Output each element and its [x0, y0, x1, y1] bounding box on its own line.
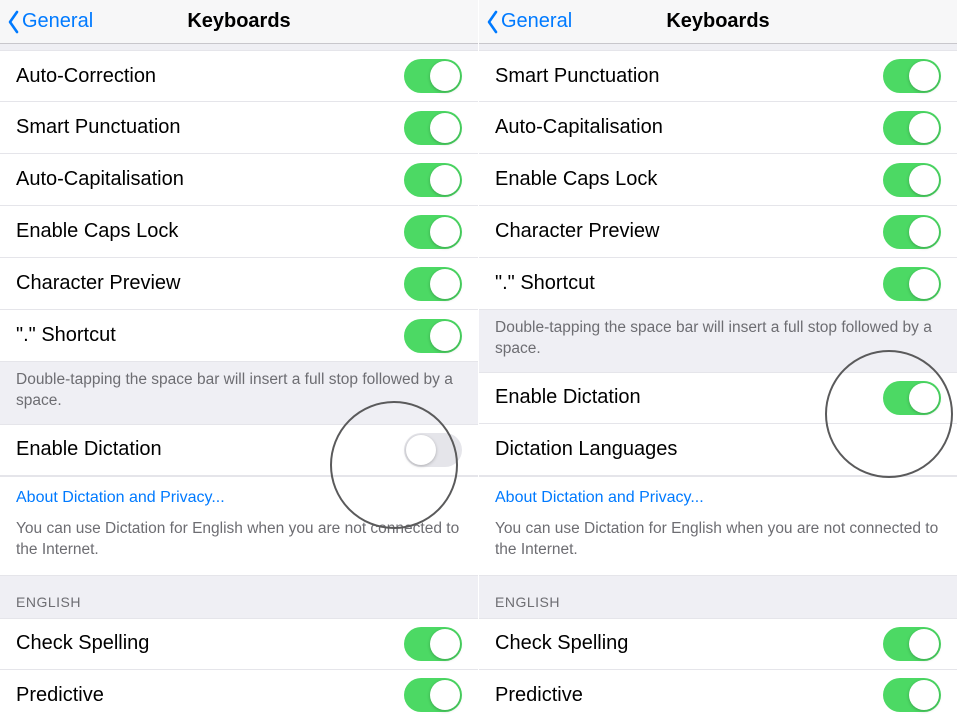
- setting-toggle[interactable]: [404, 678, 462, 712]
- settings-group-1: Smart Punctuation Auto-Capitalisation Enab…: [479, 50, 957, 310]
- dictation-languages-row[interactable]: Dictation Languages: [479, 424, 957, 476]
- enable-dictation-row[interactable]: Enable Dictation: [479, 372, 957, 424]
- setting-label: Predictive: [495, 684, 883, 707]
- english-section-header: ENGLISH: [479, 576, 957, 618]
- setting-label: Smart Punctuation: [16, 116, 404, 139]
- back-button[interactable]: General: [0, 10, 93, 34]
- dictation-info: You can use Dictation for English when y…: [479, 513, 957, 576]
- setting-row[interactable]: Auto-Capitalisation: [479, 102, 957, 154]
- setting-toggle[interactable]: [404, 627, 462, 661]
- setting-label: Enable Caps Lock: [495, 168, 883, 191]
- right-phone: General Keyboards Smart Punctuation Auto-…: [479, 0, 958, 714]
- setting-row[interactable]: Check Spelling: [479, 618, 957, 670]
- setting-row[interactable]: Smart Punctuation: [0, 102, 478, 154]
- setting-row[interactable]: Character Preview: [479, 206, 957, 258]
- setting-row[interactable]: Check Spelling: [0, 618, 478, 670]
- back-label: General: [22, 10, 93, 33]
- enable-dictation-row[interactable]: Enable Dictation: [0, 424, 478, 476]
- setting-toggle[interactable]: [404, 267, 462, 301]
- setting-label: Check Spelling: [495, 632, 883, 655]
- setting-row[interactable]: Character Preview: [0, 258, 478, 310]
- shortcut-footer: Double-tapping the space bar will insert…: [0, 362, 478, 424]
- setting-label: Auto-Capitalisation: [495, 116, 883, 139]
- setting-label: "." Shortcut: [16, 324, 404, 347]
- back-label: General: [501, 10, 572, 33]
- setting-toggle[interactable]: [404, 111, 462, 145]
- setting-label: Character Preview: [16, 272, 404, 295]
- setting-row[interactable]: Enable Caps Lock: [0, 206, 478, 258]
- setting-row[interactable]: Enable Caps Lock: [479, 154, 957, 206]
- setting-toggle[interactable]: [883, 59, 941, 93]
- setting-label: "." Shortcut: [495, 272, 883, 295]
- about-dictation-link[interactable]: About Dictation and Privacy...: [495, 489, 704, 506]
- dictation-info: You can use Dictation for English when y…: [0, 513, 478, 576]
- setting-toggle[interactable]: [404, 319, 462, 353]
- left-phone: General Keyboards Auto-Correction Smart P…: [0, 0, 479, 714]
- enable-dictation-toggle[interactable]: [404, 433, 462, 467]
- setting-toggle[interactable]: [404, 59, 462, 93]
- setting-toggle[interactable]: [883, 267, 941, 301]
- setting-label: Smart Punctuation: [495, 65, 883, 88]
- navbar: General Keyboards: [479, 0, 957, 44]
- setting-row[interactable]: "." Shortcut: [479, 258, 957, 310]
- enable-dictation-toggle[interactable]: [883, 381, 941, 415]
- navbar: General Keyboards: [0, 0, 478, 44]
- about-dictation-link[interactable]: About Dictation and Privacy...: [16, 489, 225, 506]
- setting-toggle[interactable]: [883, 627, 941, 661]
- setting-label: Check Spelling: [16, 632, 404, 655]
- setting-label: Auto-Correction: [16, 65, 404, 88]
- setting-label: Enable Caps Lock: [16, 220, 404, 243]
- about-dictation-row[interactable]: About Dictation and Privacy...: [0, 476, 478, 513]
- setting-row[interactable]: "." Shortcut: [0, 310, 478, 362]
- settings-group-2: Check Spelling Predictive: [0, 618, 478, 714]
- settings-group-2: Check Spelling Predictive: [479, 618, 957, 714]
- enable-dictation-label: Enable Dictation: [495, 386, 883, 409]
- back-button[interactable]: General: [479, 10, 572, 34]
- setting-row[interactable]: Predictive: [0, 670, 478, 714]
- setting-row[interactable]: Auto-Correction: [0, 50, 478, 102]
- settings-group-1: Auto-Correction Smart Punctuation Auto-Cap…: [0, 50, 478, 362]
- setting-toggle[interactable]: [883, 678, 941, 712]
- chevron-left-icon: [485, 10, 499, 34]
- enable-dictation-label: Enable Dictation: [16, 438, 404, 461]
- setting-toggle[interactable]: [883, 163, 941, 197]
- setting-label: Auto-Capitalisation: [16, 168, 404, 191]
- english-section-header: ENGLISH: [0, 576, 478, 618]
- setting-toggle[interactable]: [883, 215, 941, 249]
- setting-row[interactable]: Smart Punctuation: [479, 50, 957, 102]
- setting-toggle[interactable]: [883, 111, 941, 145]
- setting-row[interactable]: Predictive: [479, 670, 957, 714]
- shortcut-footer: Double-tapping the space bar will insert…: [479, 310, 957, 372]
- setting-row[interactable]: Auto-Capitalisation: [0, 154, 478, 206]
- setting-toggle[interactable]: [404, 215, 462, 249]
- setting-label: Character Preview: [495, 220, 883, 243]
- chevron-left-icon: [6, 10, 20, 34]
- setting-toggle[interactable]: [404, 163, 462, 197]
- dictation-languages-label: Dictation Languages: [495, 438, 941, 461]
- setting-label: Predictive: [16, 684, 404, 707]
- about-dictation-row[interactable]: About Dictation and Privacy...: [479, 476, 957, 513]
